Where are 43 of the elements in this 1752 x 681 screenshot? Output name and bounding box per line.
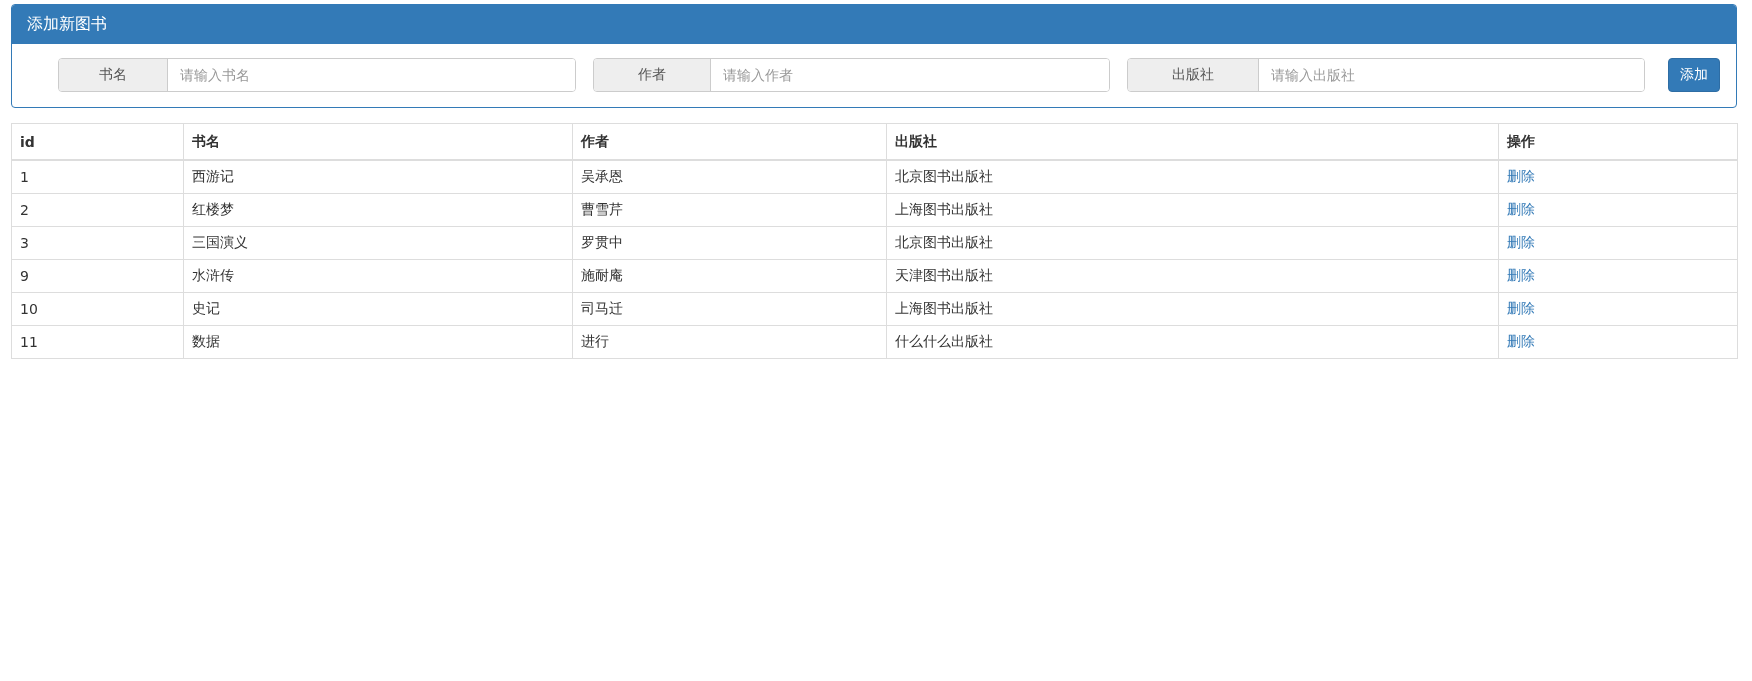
table-cell: 红楼梦 <box>183 193 573 227</box>
delete-link[interactable]: 删除 <box>1507 168 1535 184</box>
table-cell: 天津图书出版社 <box>886 259 1499 293</box>
delete-link[interactable]: 删除 <box>1507 300 1535 316</box>
table-cell: 北京图书出版社 <box>886 226 1499 260</box>
delete-link[interactable]: 删除 <box>1507 267 1535 283</box>
panel-title: 添加新图书 <box>12 5 1736 44</box>
table-cell: 罗贯中 <box>572 226 887 260</box>
column-header: id <box>11 123 184 160</box>
table-cell: 三国演义 <box>183 226 573 260</box>
table-cell: 上海图书出版社 <box>886 292 1499 326</box>
field-label: 出版社 <box>1128 59 1260 91</box>
delete-link[interactable]: 删除 <box>1507 333 1535 349</box>
column-header: 书名 <box>183 123 573 160</box>
field-label: 书名 <box>59 59 168 91</box>
table-cell: 曹雪芹 <box>572 193 887 227</box>
table-cell: 1 <box>11 160 184 194</box>
table-cell: 9 <box>11 259 184 293</box>
table-cell: 西游记 <box>183 160 573 194</box>
table-cell: 什么什么出版社 <box>886 325 1499 359</box>
input-field[interactable]: 作者 请输入作者 <box>592 58 1111 92</box>
field-label: 作者 <box>593 59 711 91</box>
column-header: 作者 <box>572 123 887 160</box>
table-cell: 施耐庵 <box>572 259 887 293</box>
input-field[interactable]: 出版社 请输入出版社 <box>1127 58 1645 92</box>
table-cell: 数据 <box>183 325 573 359</box>
delete-link[interactable]: 删除 <box>1507 201 1535 217</box>
column-header: 出版社 <box>886 123 1499 160</box>
table-cell: 10 <box>11 292 184 326</box>
table-cell: 进行 <box>572 325 887 359</box>
table-cell: 2 <box>11 193 184 227</box>
table-cell: 11 <box>11 325 184 359</box>
table-cell: 3 <box>11 226 184 260</box>
table-cell: 水浒传 <box>183 259 573 293</box>
table-cell: 北京图书出版社 <box>886 160 1499 194</box>
table-cell: 史记 <box>183 292 573 326</box>
input-field[interactable]: 书名 请输入书名 <box>58 58 576 92</box>
delete-link[interactable]: 删除 <box>1507 234 1535 250</box>
table-cell: 吴承恩 <box>572 160 887 194</box>
column-header: 操作 <box>1498 123 1738 160</box>
add-button[interactable]: 添加 <box>1668 58 1720 92</box>
table-cell: 司马迁 <box>572 292 887 326</box>
table-cell: 上海图书出版社 <box>886 193 1499 227</box>
